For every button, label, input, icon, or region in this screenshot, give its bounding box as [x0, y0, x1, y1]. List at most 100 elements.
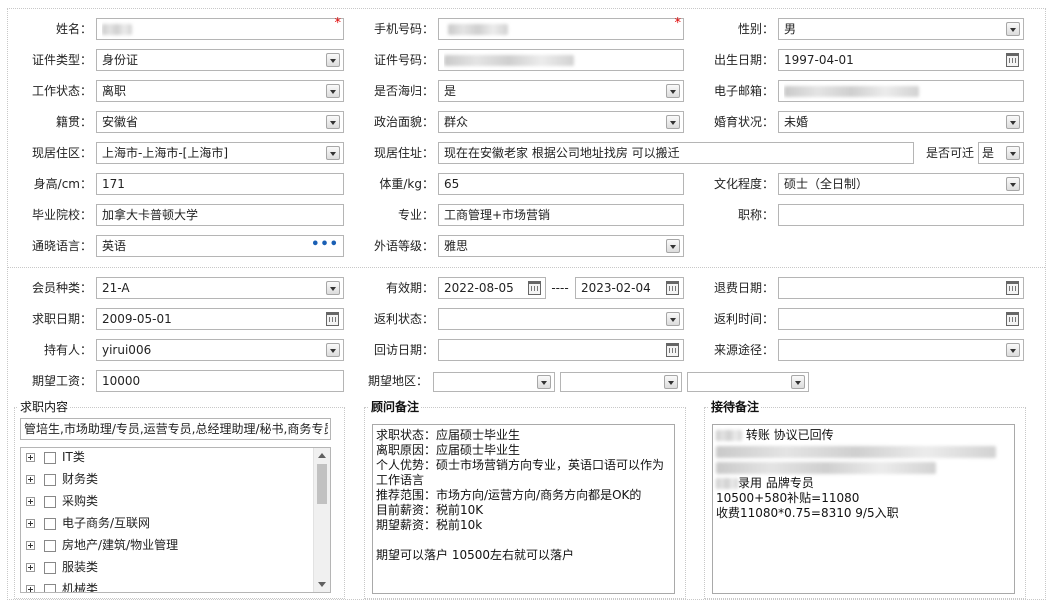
scroll-down-icon[interactable]	[318, 582, 326, 587]
calendar-icon[interactable]	[1006, 281, 1019, 295]
overseas-select[interactable]: 是	[438, 80, 684, 102]
expand-icon[interactable]	[26, 563, 35, 572]
holder-select[interactable]: yirui006	[96, 339, 344, 361]
job-content-summary[interactable]: 管培生,市场助理/专员,运营专员,总经理助理/秘书,商务专员	[20, 418, 331, 440]
expand-icon[interactable]	[26, 475, 35, 484]
calendar-icon[interactable]	[666, 343, 679, 357]
chevron-down-icon[interactable]	[1006, 146, 1020, 160]
chevron-down-icon[interactable]	[666, 115, 680, 129]
region-province-select[interactable]	[433, 372, 555, 392]
calendar-icon[interactable]	[666, 281, 679, 295]
title-field[interactable]	[778, 204, 1024, 226]
education-label: 文化程度：	[713, 177, 774, 191]
salary-field[interactable]: 10000	[96, 370, 344, 392]
scroll-thumb[interactable]	[317, 464, 327, 504]
chevron-down-icon[interactable]	[326, 84, 340, 98]
expand-icon[interactable]	[26, 497, 35, 506]
phone-field[interactable]: *	[438, 17, 684, 40]
region-city-select[interactable]	[560, 372, 682, 392]
email-field[interactable]	[778, 80, 1024, 102]
expand-icon[interactable]	[26, 541, 35, 550]
chevron-down-icon[interactable]	[1006, 177, 1020, 191]
chevron-down-icon[interactable]	[537, 375, 551, 389]
calendar-icon[interactable]	[1006, 312, 1019, 326]
education-select[interactable]: 硕士（全日制）	[778, 173, 1024, 195]
name-redacted	[102, 24, 132, 35]
chevron-down-icon[interactable]	[326, 115, 340, 129]
area-select[interactable]: 上海市-上海市-[上海市]	[96, 142, 344, 164]
weight-field[interactable]: 65	[438, 173, 684, 195]
relocate-select[interactable]: 是	[978, 142, 1024, 164]
job-category-tree[interactable]: IT类 财务类 采购类 电子商务/互联网 房地产/建筑/物业管理 服装类 机械类	[20, 447, 331, 593]
tree-item[interactable]: 机械类	[26, 580, 98, 592]
source-select[interactable]	[778, 339, 1024, 361]
name-field[interactable]: *	[96, 17, 344, 40]
id-type-select[interactable]: 身份证	[96, 49, 344, 71]
major-field[interactable]: 工商管理+市场营销	[438, 204, 684, 226]
tree-item[interactable]: IT类	[26, 448, 85, 466]
language-field[interactable]: 英语 •••	[96, 235, 344, 257]
political-select[interactable]: 群众	[438, 111, 684, 133]
validity-start-value: 2022-08-05	[444, 281, 514, 295]
address-field[interactable]: 现在在安徽老家 根据公司地址找房 可以搬迁	[438, 142, 914, 164]
gender-select[interactable]: 男	[778, 18, 1024, 40]
region-district-select[interactable]	[687, 372, 809, 392]
checkbox[interactable]	[44, 517, 56, 530]
chevron-down-icon[interactable]	[326, 343, 340, 357]
rebate-time-field[interactable]	[778, 308, 1024, 330]
language-value: 英语	[102, 239, 127, 253]
redacted-text	[716, 478, 738, 489]
chevron-down-icon[interactable]	[1006, 115, 1020, 129]
visit-date-field[interactable]	[438, 339, 684, 361]
tree-item[interactable]: 电子商务/互联网	[26, 514, 150, 532]
height-label: 身高/cm：	[33, 177, 92, 191]
member-select[interactable]: 21-A	[96, 277, 344, 299]
area-label: 现居住区：	[31, 146, 92, 160]
work-status-select[interactable]: 离职	[96, 80, 344, 102]
checkbox[interactable]	[44, 561, 56, 574]
tree-item[interactable]: 房地产/建筑/物业管理	[26, 536, 178, 554]
expand-icon[interactable]	[26, 585, 35, 592]
foreign-level-select[interactable]: 雅思	[438, 235, 684, 257]
calendar-icon[interactable]	[326, 312, 339, 326]
tree-item[interactable]: 服装类	[26, 558, 98, 576]
chevron-down-icon[interactable]	[326, 146, 340, 160]
expand-icon[interactable]	[26, 453, 35, 462]
tree-item[interactable]: 采购类	[26, 492, 98, 510]
chevron-down-icon[interactable]	[666, 84, 680, 98]
birth-date-field[interactable]: 1997-04-01	[778, 49, 1024, 71]
chevron-down-icon[interactable]	[664, 375, 678, 389]
height-field[interactable]: 171	[96, 173, 344, 195]
validity-start-field[interactable]: 2022-08-05	[438, 277, 546, 299]
chevron-down-icon[interactable]	[326, 281, 340, 295]
consultant-notes-textarea[interactable]: 求职状态：应届硕士毕业生 离职原因：应届硕士毕业生 个人优势：硕士市场营销方向专…	[372, 424, 675, 594]
chevron-down-icon[interactable]	[666, 239, 680, 253]
calendar-icon[interactable]	[1006, 53, 1019, 67]
chevron-down-icon[interactable]	[666, 312, 680, 326]
checkbox[interactable]	[44, 583, 56, 592]
tree-item[interactable]: 财务类	[26, 470, 98, 488]
validity-end-field[interactable]: 2023-02-04	[575, 277, 684, 299]
checkbox[interactable]	[44, 451, 56, 464]
id-no-field[interactable]	[438, 49, 684, 71]
calendar-icon[interactable]	[528, 281, 541, 295]
checkbox[interactable]	[44, 539, 56, 552]
phone-label: 手机号码：	[373, 22, 434, 36]
school-field[interactable]: 加拿大卡普顿大学	[96, 204, 344, 226]
job-date-field[interactable]: 2009-05-01	[96, 308, 344, 330]
native-select[interactable]: 安徽省	[96, 111, 344, 133]
tree-scrollbar[interactable]	[313, 448, 330, 592]
expand-icon[interactable]	[26, 519, 35, 528]
chevron-down-icon[interactable]	[1006, 343, 1020, 357]
scroll-up-icon[interactable]	[318, 453, 326, 458]
checkbox[interactable]	[44, 473, 56, 486]
reception-notes-textarea[interactable]: 转账 协议已回传 录用 品牌专员 10500+580补贴=11080 收费110…	[712, 424, 1015, 594]
chevron-down-icon[interactable]	[791, 375, 805, 389]
chevron-down-icon[interactable]	[1006, 22, 1020, 36]
refund-date-field[interactable]	[778, 277, 1024, 299]
checkbox[interactable]	[44, 495, 56, 508]
chevron-down-icon[interactable]	[326, 53, 340, 67]
rebate-status-select[interactable]	[438, 308, 684, 330]
more-icon[interactable]: •••	[311, 238, 339, 251]
marital-select[interactable]: 未婚	[778, 111, 1024, 133]
